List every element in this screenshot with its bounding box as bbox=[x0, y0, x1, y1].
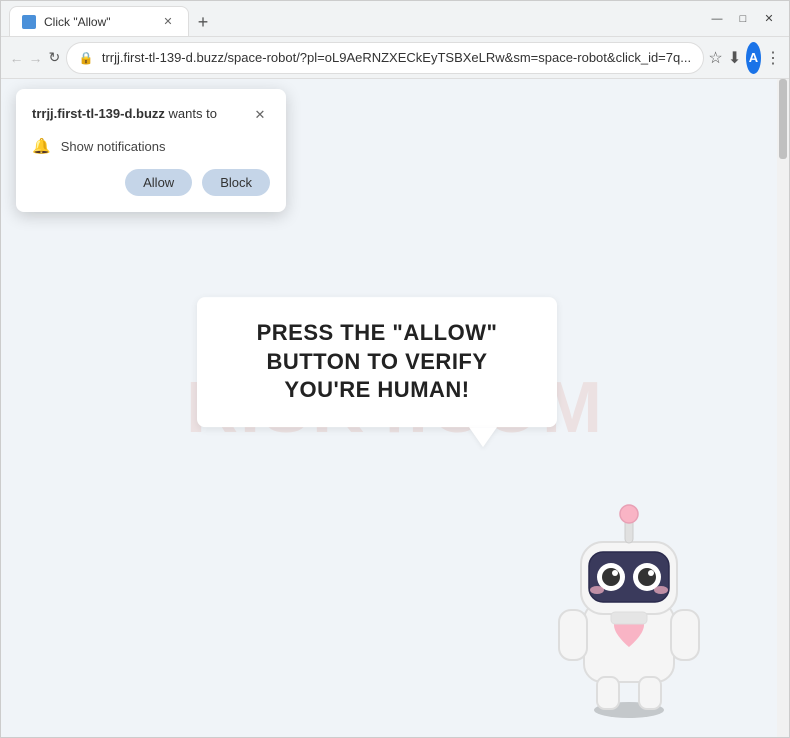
bell-icon: 🔔 bbox=[32, 137, 51, 155]
menu-icon[interactable]: ⋮ bbox=[765, 42, 781, 74]
lock-icon: 🔒 bbox=[79, 51, 94, 65]
tab-favicon bbox=[22, 15, 36, 29]
forward-button[interactable]: → bbox=[28, 42, 43, 74]
speech-line1: PRESS THE "ALLOW" BUTTON TO VERIFY bbox=[257, 320, 498, 374]
new-tab-button[interactable]: + bbox=[189, 8, 217, 36]
tab-strip: Click "Allow" ✕ + bbox=[9, 1, 701, 36]
profile-icon[interactable]: A bbox=[746, 42, 761, 74]
speech-line2: YOU'RE HUMAN! bbox=[284, 377, 469, 402]
scrollbar-thumb[interactable] bbox=[779, 79, 787, 159]
active-tab[interactable]: Click "Allow" ✕ bbox=[9, 6, 189, 36]
scrollbar[interactable] bbox=[777, 79, 789, 737]
tab-title: Click "Allow" bbox=[44, 15, 152, 29]
block-button[interactable]: Block bbox=[202, 169, 270, 196]
browser-window: Click "Allow" ✕ + — □ ✕ ← → ↻ 🔒 trrjj.fi… bbox=[0, 0, 790, 738]
download-icon[interactable]: ⬇ bbox=[727, 42, 742, 74]
address-text: trrjj.first-tl-139-d.buzz/space-robot/?p… bbox=[102, 50, 691, 65]
speech-bubble: PRESS THE "ALLOW" BUTTON TO VERIFY YOU'R… bbox=[197, 297, 557, 427]
close-button[interactable]: ✕ bbox=[757, 7, 781, 31]
popup-buttons: Allow Block bbox=[32, 169, 270, 196]
back-button[interactable]: ← bbox=[9, 42, 24, 74]
robot-svg bbox=[529, 462, 729, 722]
popup-close-button[interactable]: ✕ bbox=[250, 105, 270, 125]
robot-illustration bbox=[529, 462, 729, 727]
popup-header: trrjj.first-tl-139-d.buzz wants to ✕ bbox=[32, 105, 270, 125]
reload-button[interactable]: ↻ bbox=[47, 42, 62, 74]
toolbar: ← → ↻ 🔒 trrjj.first-tl-139-d.buzz/space-… bbox=[1, 37, 789, 79]
speech-bubble-text: PRESS THE "ALLOW" BUTTON TO VERIFY YOU'R… bbox=[227, 319, 527, 405]
allow-button[interactable]: Allow bbox=[125, 169, 192, 196]
popup-title: trrjj.first-tl-139-d.buzz wants to bbox=[32, 105, 217, 123]
window-controls: — □ ✕ bbox=[705, 7, 781, 31]
popup-domain: trrjj.first-tl-139-d.buzz bbox=[32, 106, 165, 121]
maximize-button[interactable]: □ bbox=[731, 7, 755, 31]
page-content: RISK4.COM trrjj.first-tl-139-d.buzz want… bbox=[1, 79, 789, 737]
tab-close-button[interactable]: ✕ bbox=[160, 14, 176, 30]
notification-popup: trrjj.first-tl-139-d.buzz wants to ✕ 🔔 S… bbox=[16, 89, 286, 212]
address-bar[interactable]: 🔒 trrjj.first-tl-139-d.buzz/space-robot/… bbox=[66, 42, 704, 74]
bookmark-icon[interactable]: ☆ bbox=[708, 42, 723, 74]
popup-notification-row: 🔔 Show notifications bbox=[32, 137, 270, 155]
minimize-button[interactable]: — bbox=[705, 7, 729, 31]
popup-title-rest: wants to bbox=[165, 106, 217, 121]
title-bar: Click "Allow" ✕ + — □ ✕ bbox=[1, 1, 789, 37]
popup-notification-text: Show notifications bbox=[61, 139, 166, 154]
